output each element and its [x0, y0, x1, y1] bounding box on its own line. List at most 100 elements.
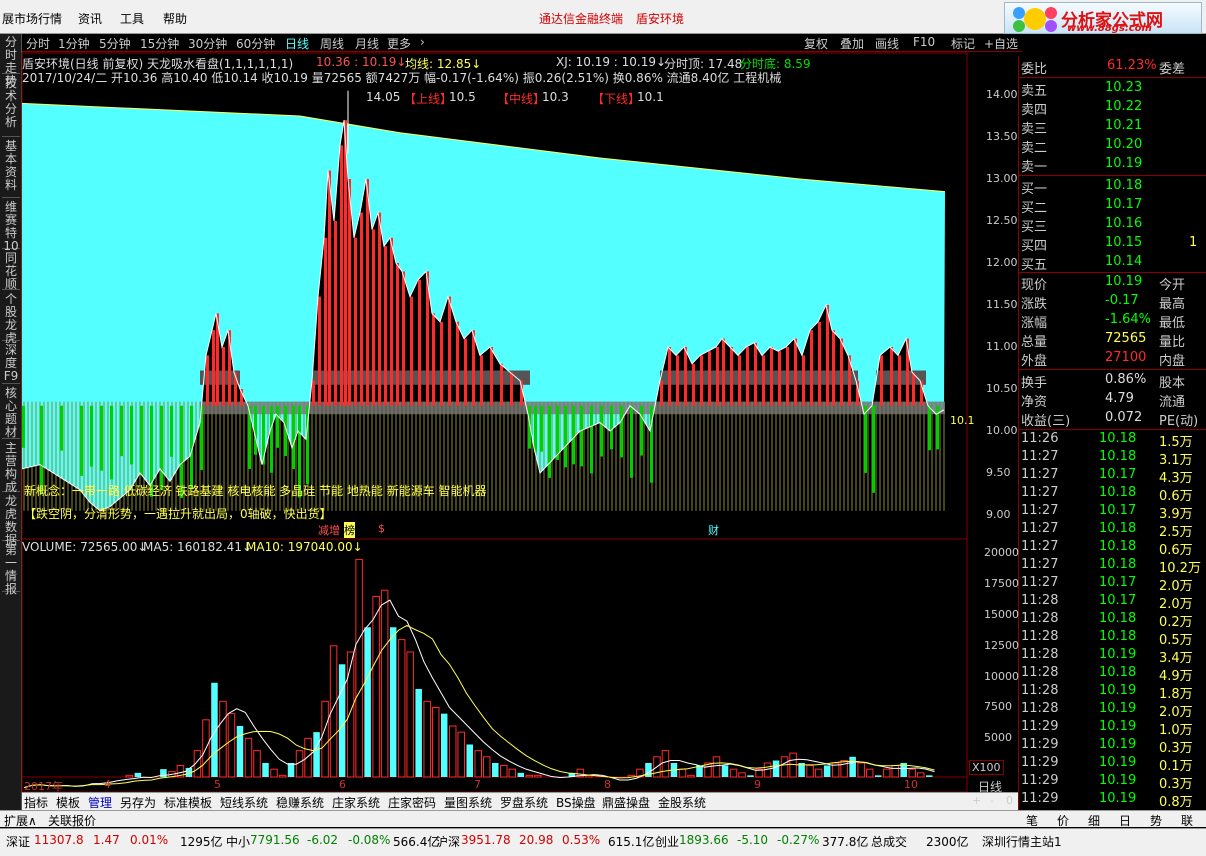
indicator-tab[interactable]: BS操盘 [556, 794, 596, 811]
quote-tab[interactable]: 联 [1181, 812, 1193, 829]
quote-tab[interactable]: 势 [1150, 812, 1162, 829]
ask-label: 卖五 [1021, 84, 1048, 99]
volume-bar [236, 725, 244, 777]
ask-label: 卖一 [1021, 160, 1048, 175]
order-ratio-label: 委比 [1021, 62, 1048, 77]
indicator-tab[interactable]: 量图系统 [444, 794, 492, 811]
total-label: 总成交 [871, 835, 908, 849]
indicator-tab[interactable]: 模板 [56, 794, 80, 811]
price-bar [912, 372, 915, 406]
expand-button[interactable]: 扩展∧ [4, 812, 37, 829]
tick-volume: 1.0万 [1159, 723, 1193, 738]
zx-value: 7791.56 [250, 833, 300, 847]
marker-2[interactable]: 榜 [344, 522, 355, 538]
related-quote-tab[interactable]: 关联报价 [48, 812, 96, 829]
quote-tab[interactable]: 细 [1088, 812, 1100, 829]
price-bar [456, 321, 459, 406]
price-bar [778, 351, 781, 406]
price-bar [700, 355, 703, 406]
tick-time: 11:27 [1021, 449, 1059, 464]
indicator-tab[interactable]: 金股系统 [658, 794, 706, 811]
price-bar [410, 296, 413, 406]
price-bar [676, 355, 679, 406]
price-bar [402, 271, 405, 406]
quote-divider [1019, 175, 1206, 176]
zoom-in-button[interactable]: + [972, 794, 981, 807]
indicator-tab[interactable]: 指标 [24, 794, 48, 811]
quote-tab[interactable]: 价 [1057, 812, 1069, 829]
tick-price: 10.18 [1099, 665, 1137, 680]
indicator-tab[interactable]: 庄家系统 [332, 794, 380, 811]
price-bar [390, 237, 393, 406]
price-tick: 14.00 [986, 88, 1018, 101]
volume-bar [466, 744, 473, 777]
tick-price: 10.17 [1099, 503, 1137, 518]
ask-price[interactable]: 10.21 [1105, 118, 1142, 133]
bid-price[interactable]: 10.17 [1105, 197, 1142, 212]
date-tick: 6 [339, 778, 346, 791]
marker-1[interactable]: 减增 [318, 522, 340, 538]
ask-price[interactable]: 10.22 [1105, 99, 1142, 114]
marker-3[interactable]: $ [378, 522, 385, 535]
indicator-tab[interactable]: 另存为 [120, 794, 156, 811]
tick-price: 10.19 [1099, 737, 1137, 752]
extension-bar: 扩展∧ 关联报价 [0, 810, 1018, 829]
price-tick: 13.00 [986, 172, 1018, 185]
bid-price[interactable]: 10.14 [1105, 254, 1142, 269]
stat-label: 收益(三) [1021, 414, 1071, 429]
sz-change: 1.47 [93, 833, 120, 847]
zoom-out-button[interactable]: - [990, 794, 994, 807]
bid-label: 买一 [1021, 182, 1048, 197]
volume-bar [849, 756, 856, 777]
ask-price[interactable]: 10.23 [1105, 80, 1142, 95]
price-bar [384, 246, 387, 406]
stat-label: 外盘 [1021, 354, 1048, 369]
tick-time: 11:28 [1021, 701, 1059, 716]
stat-label: 换手 [1021, 376, 1048, 391]
ask-price[interactable]: 10.19 [1105, 156, 1142, 171]
volume-tick: 7500 [984, 700, 1012, 714]
indicator-tab[interactable]: 罗盘系统 [500, 794, 548, 811]
price-bar [464, 338, 467, 406]
stat-label: 量比 [1159, 335, 1186, 350]
bid-price[interactable]: 10.18 [1105, 178, 1142, 193]
tick-time: 11:29 [1021, 773, 1059, 788]
ask-price[interactable]: 10.20 [1105, 137, 1142, 152]
indicator-tab[interactable]: 标准模板 [164, 794, 212, 811]
indicator-tab[interactable]: 鼎盛操盘 [602, 794, 650, 811]
indicator-tab[interactable]: 稳赚系统 [276, 794, 324, 811]
price-bar [170, 405, 173, 457]
price-bar [928, 405, 931, 451]
indicator-tab[interactable]: 管理 [88, 794, 112, 811]
price-bar [610, 405, 613, 450]
tick-price: 10.19 [1099, 683, 1137, 698]
server-label[interactable]: 深圳行情主站1 [982, 833, 1062, 850]
tick-volume: 1.8万 [1159, 687, 1193, 702]
volume-tick: 17500 [984, 577, 1019, 591]
indicator-tab[interactable]: 庄家密码 [388, 794, 436, 811]
stat-value: 4.79 [1105, 391, 1134, 406]
quote-divider [1019, 272, 1206, 273]
volume-tick: 12500 [984, 638, 1019, 652]
price-bar [318, 296, 321, 406]
volume-bar [440, 713, 448, 777]
price-tick: 11.00 [986, 340, 1018, 353]
price-bar [440, 321, 443, 406]
stat-value: -1.64% [1105, 312, 1151, 327]
marker-4[interactable]: 财 [708, 522, 719, 538]
price-bar [60, 405, 63, 451]
quote-tab[interactable]: 日 [1119, 812, 1131, 829]
hs-change: 20.98 [519, 833, 554, 847]
indicator-tabs: 指标 模板 管理 另存为 标准模板 短线系统 稳赚系统 庄家系统 庄家密码 量图系统 罗盘系统 BS操… [22, 792, 1018, 810]
bid-price[interactable]: 10.15 [1105, 235, 1142, 250]
zx-label: 中小 [226, 835, 251, 849]
volume-tick: 20000 [984, 546, 1019, 560]
quote-tab[interactable]: 笔 [1026, 812, 1038, 829]
bid-price[interactable]: 10.16 [1105, 216, 1142, 231]
indicator-tab[interactable]: 短线系统 [220, 794, 268, 811]
price-bar [396, 263, 399, 406]
stat-value: 72565 [1105, 331, 1147, 346]
price-bar [794, 338, 797, 406]
price-bar [590, 405, 593, 474]
zoom-reset-button[interactable]: 0 [1006, 794, 1013, 807]
